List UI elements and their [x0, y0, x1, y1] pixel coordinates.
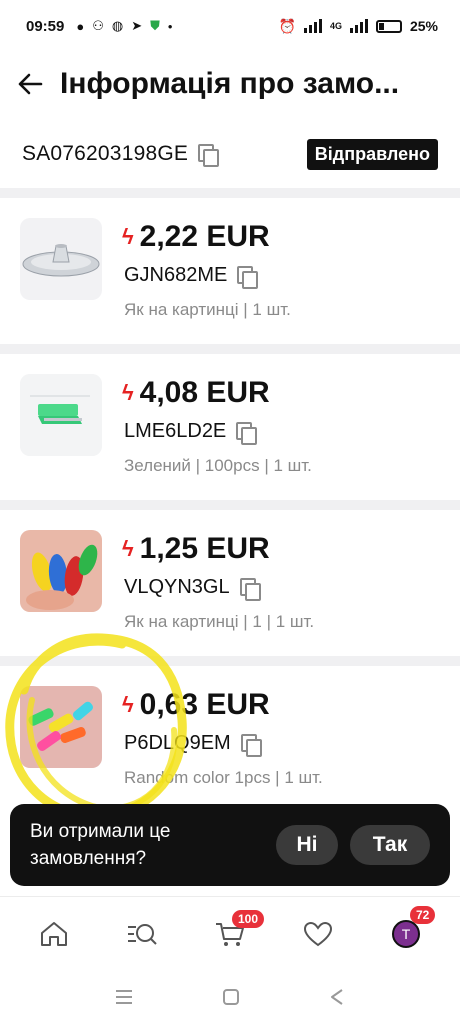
bottom-nav: 100 T 72	[0, 896, 460, 970]
shield-icon: ⛊	[150, 18, 160, 33]
green-clip-image	[20, 374, 102, 456]
popup-buttons: Ні Так	[276, 825, 430, 865]
sku-row: GJN682ME	[124, 264, 259, 289]
price-row: ϟ 4,08 EUR	[122, 376, 270, 410]
back-arrow-icon	[18, 73, 43, 95]
no-button[interactable]: Ні	[276, 825, 338, 865]
yes-button[interactable]: Так	[350, 825, 430, 865]
item-sku: GJN682ME	[124, 264, 228, 286]
divider	[0, 188, 460, 198]
aluminum-tray-image	[22, 244, 100, 277]
battery-icon	[375, 19, 402, 33]
nav-wishlist[interactable]	[288, 904, 348, 964]
order-item[interactable]: ϟ 1,25 EUR VLQYN3GL Як на картинці | 1 |…	[0, 510, 460, 656]
home-square-icon[interactable]	[222, 988, 240, 1006]
order-received-popup: Ви отримали це замовлення? Ні Так	[10, 804, 450, 886]
lightning-icon: ϟ	[122, 224, 134, 249]
signal-icon-2	[349, 19, 368, 33]
share-icon: ⚇	[92, 18, 104, 33]
popup-question: Ви отримали це замовлення?	[30, 821, 171, 869]
recent-apps-icon[interactable]	[114, 988, 134, 1006]
account-badge: 72	[410, 905, 436, 924]
lightning-icon: ϟ	[122, 536, 134, 561]
sku-row: P6DLQ9EM	[124, 732, 262, 757]
notification-icons: ● ⚇ ◍ ➤ ⛊ •	[76, 18, 172, 34]
copy-icon[interactable]	[236, 421, 258, 445]
colorful-needle-threaders-image	[20, 530, 102, 612]
price-row: ϟ 2,22 EUR	[122, 220, 270, 254]
globe-icon: ◍	[111, 18, 124, 33]
order-id: SA076203198GE	[22, 142, 189, 165]
avatar: T	[392, 919, 420, 948]
back-button[interactable]	[0, 56, 60, 112]
page-title: Інформація про замо...	[60, 67, 400, 100]
clock: 09:59	[26, 17, 65, 35]
dot-icon: •	[167, 18, 173, 34]
status-bar: 09:59 ● ⚇ ◍ ➤ ⛊ • ⏰ 4G 25%	[0, 0, 460, 52]
back-triangle-icon[interactable]	[328, 988, 346, 1006]
nav-categories[interactable]	[112, 904, 172, 964]
system-status: ⏰ 4G 25%	[279, 18, 438, 35]
item-price: 2,22 EUR	[139, 220, 270, 253]
product-thumbnail[interactable]	[20, 686, 102, 768]
copy-icon[interactable]	[237, 265, 259, 289]
price-row: ϟ 1,25 EUR	[122, 532, 270, 566]
item-price: 4,08 EUR	[139, 376, 270, 409]
nav-account[interactable]: T 72	[376, 904, 436, 964]
sku-row: VLQYN3GL	[124, 576, 261, 601]
divider	[0, 656, 460, 666]
copy-icon[interactable]	[198, 144, 220, 167]
item-variant: Як на картинці | 1 шт.	[124, 300, 291, 319]
item-sku: VLQYN3GL	[124, 576, 230, 598]
heart-icon	[303, 921, 333, 946]
item-sku: P6DLQ9EM	[124, 732, 231, 754]
lightning-icon: ϟ	[122, 692, 134, 717]
search-list-icon	[128, 923, 157, 945]
item-price: 1,25 EUR	[139, 532, 270, 565]
nav-cart[interactable]: 100	[200, 904, 265, 964]
order-item[interactable]: ϟ 4,08 EUR LME6LD2E Зелений | 100pcs | 1…	[0, 354, 460, 500]
order-item[interactable]: ϟ 0,63 EUR P6DLQ9EM Random color 1pcs | …	[0, 666, 460, 812]
signal-icon	[303, 19, 322, 33]
divider	[0, 344, 460, 354]
product-thumbnail[interactable]	[20, 218, 102, 300]
item-variant: Як на картинці | 1 | 1 шт.	[124, 612, 315, 631]
system-nav-bar	[0, 970, 460, 1024]
nav-home[interactable]	[24, 904, 84, 964]
order-info-row: SA076203198GE Відправлено	[0, 134, 460, 174]
home-icon	[41, 921, 67, 946]
send-icon: ➤	[131, 18, 143, 33]
status-badge: Відправлено	[306, 138, 438, 170]
chat-icon: ●	[76, 18, 85, 34]
price-row: ϟ 0,63 EUR	[122, 688, 270, 722]
divider	[0, 500, 460, 510]
item-variant: Random color 1pcs | 1 шт.	[124, 768, 323, 787]
needle-threader-image	[20, 686, 102, 768]
battery-percent: 25%	[409, 18, 438, 34]
alarm-icon: ⏰	[278, 17, 296, 34]
item-price: 0,63 EUR	[139, 688, 270, 721]
header: Інформація про замо...	[0, 56, 460, 112]
copy-icon[interactable]	[239, 577, 261, 601]
lightning-icon: ϟ	[122, 380, 134, 405]
product-thumbnail[interactable]	[20, 374, 102, 456]
cart-badge: 100	[232, 909, 265, 928]
product-thumbnail[interactable]	[20, 530, 102, 612]
item-variant: Зелений | 100pcs | 1 шт.	[124, 456, 312, 475]
network-type: 4G	[329, 21, 342, 31]
copy-icon[interactable]	[240, 733, 262, 757]
order-item[interactable]: ϟ 2,22 EUR GJN682ME Як на картинці | 1 ш…	[0, 198, 460, 344]
item-sku: LME6LD2E	[124, 420, 227, 442]
sku-row: LME6LD2E	[124, 420, 258, 445]
